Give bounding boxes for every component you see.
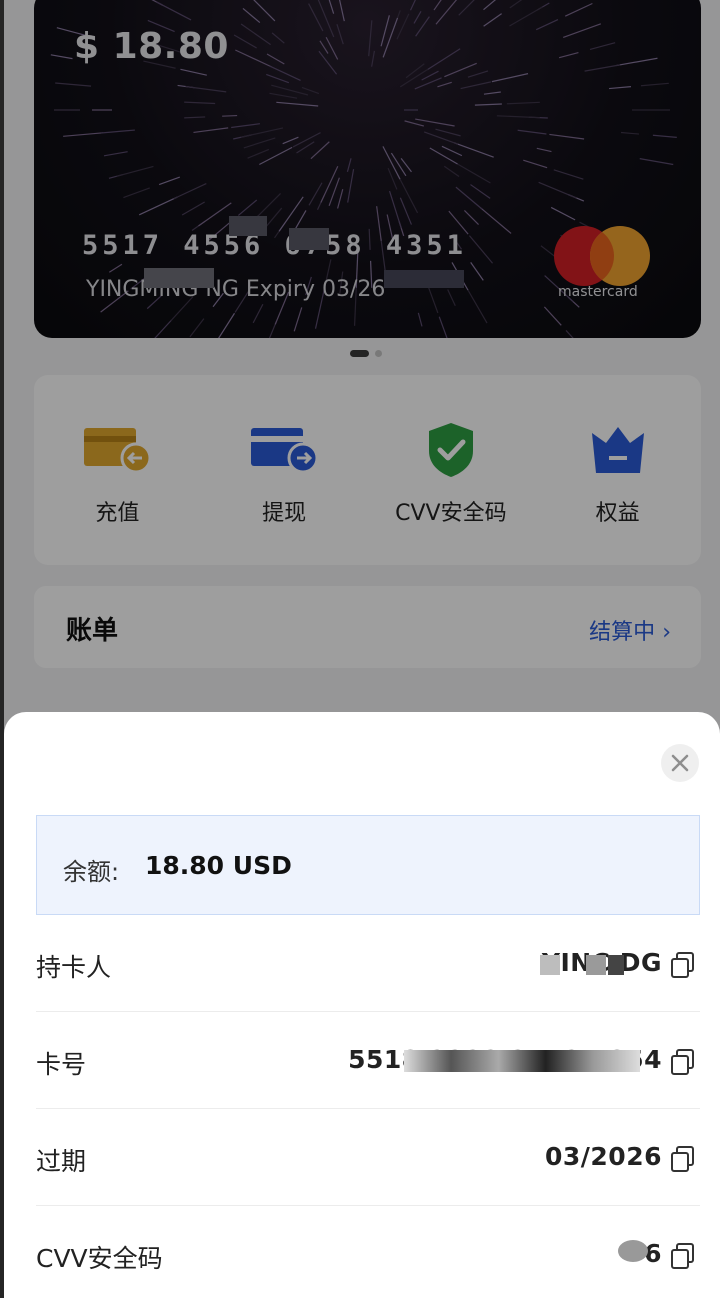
card-holder-row: 持卡人 YINC DG: [36, 915, 700, 1012]
expiry-value: 03/2026: [544, 1142, 662, 1171]
cvv-row-label: CVV安全码: [36, 1244, 163, 1273]
balance-value: 18.80 USD: [145, 851, 292, 880]
privacy-mask: [618, 1240, 648, 1262]
card-holder-label: 持卡人: [36, 953, 112, 982]
privacy-mask: [540, 955, 560, 975]
card-details-sheet: 余额: 18.80 USD 持卡人 YINC DG 卡号 5518 2222 2…: [4, 712, 720, 1298]
expiry-row: 过期 03/2026: [36, 1109, 700, 1206]
close-button[interactable]: [661, 744, 699, 782]
copy-icon[interactable]: [670, 1048, 696, 1076]
privacy-mask: [404, 1050, 640, 1072]
close-icon: [671, 754, 689, 772]
copy-icon[interactable]: [670, 951, 696, 979]
balance-label: 余额:: [63, 858, 120, 886]
copy-icon[interactable]: [670, 1145, 696, 1173]
privacy-mask: [608, 955, 624, 975]
balance-box: 余额: 18.80 USD: [36, 815, 700, 915]
cvv-row: CVV安全码 6: [36, 1206, 700, 1298]
card-number-row: 卡号 5518 2222 2512 7854: [36, 1012, 700, 1109]
expiry-label: 过期: [36, 1147, 87, 1176]
privacy-mask: [586, 955, 606, 975]
copy-icon[interactable]: [670, 1242, 696, 1270]
card-number-label: 卡号: [36, 1050, 87, 1079]
